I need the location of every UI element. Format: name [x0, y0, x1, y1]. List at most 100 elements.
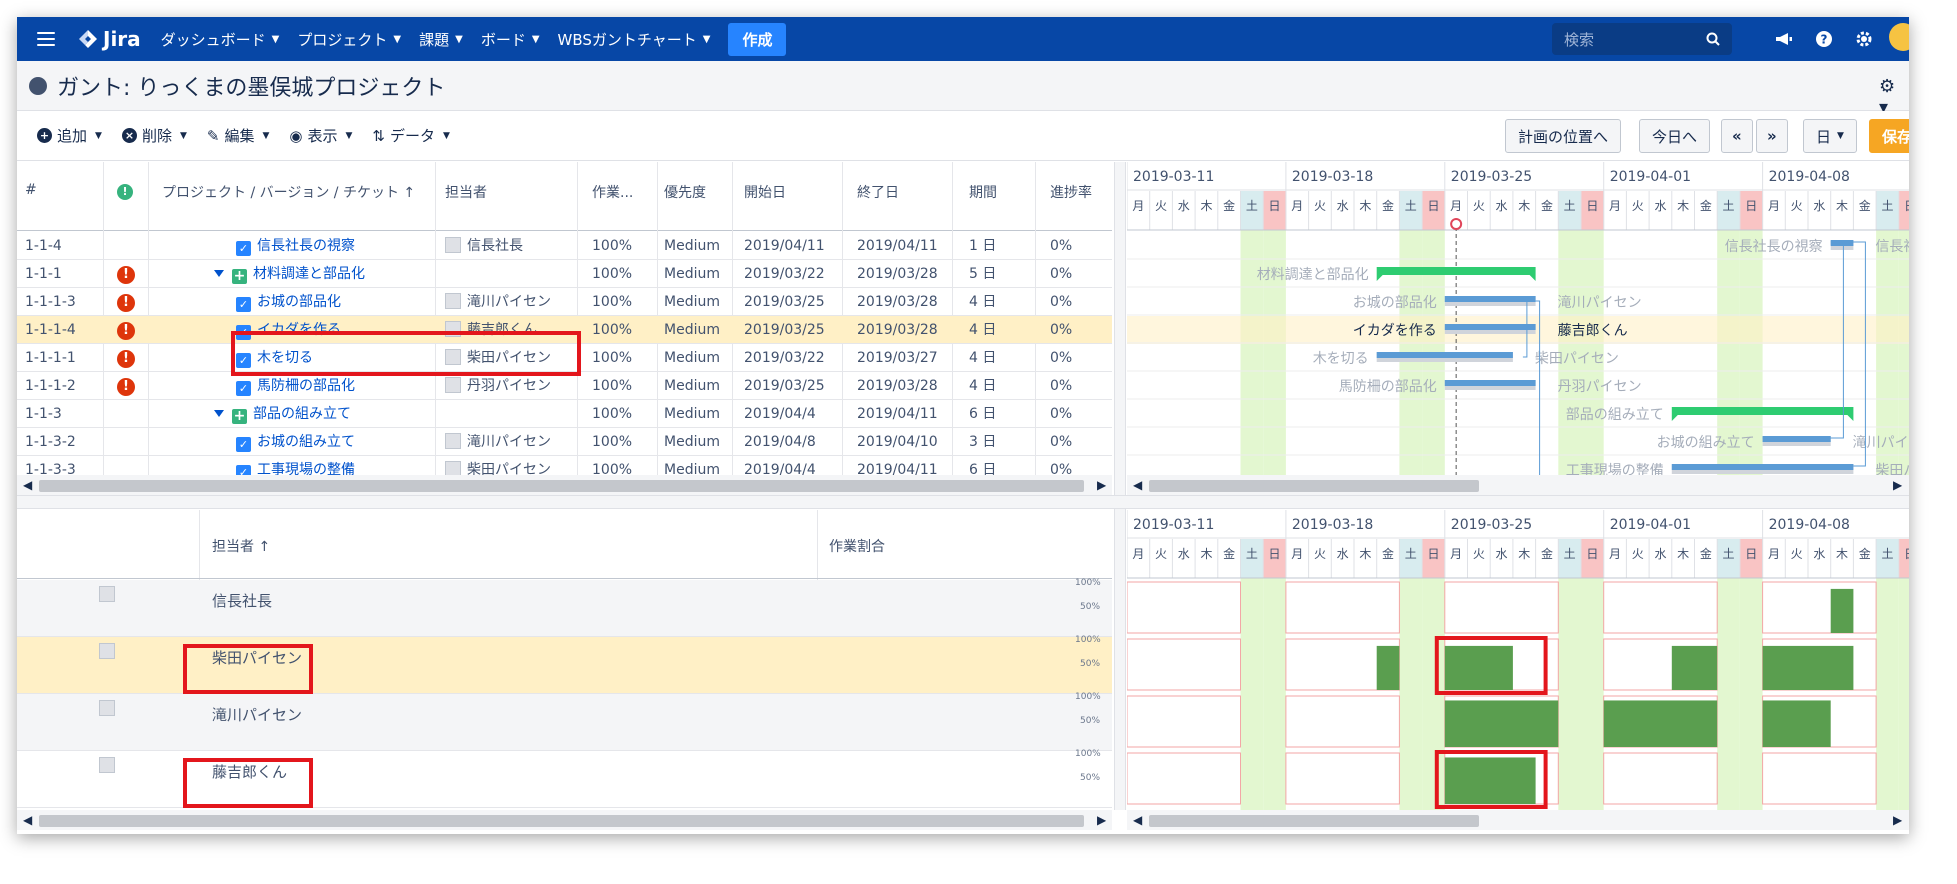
weekend-column [1581, 578, 1604, 810]
view-button[interactable]: ◉ 表示 ▼ [289, 125, 352, 146]
delete-button[interactable]: × 削除 ▼ [121, 125, 187, 146]
col-header-warning[interactable]: ! [117, 183, 133, 200]
weekday-label: 日 [1427, 199, 1439, 213]
cell-name[interactable]: + 部品の組み立て [214, 400, 351, 428]
task-bar [1376, 352, 1513, 358]
jira-logo[interactable]: Jira [77, 27, 141, 51]
vertical-splitter[interactable] [1114, 510, 1126, 810]
weekday-label: 木 [1836, 199, 1848, 213]
table-row[interactable]: 1-1-4 ✓ 信長社長の視察 信長社長 100% Medium 2019/04/11 201… [17, 232, 1112, 260]
data-button[interactable]: ⇅ データ ▼ [372, 125, 450, 146]
cell-id: 1-1-3-2 [25, 428, 76, 456]
scroll-thumb[interactable] [1149, 815, 1479, 827]
res-col-header-assignee[interactable]: 担当者 ↑ [212, 536, 270, 556]
menu-issues[interactable]: 課題 ▼ [419, 29, 463, 50]
col-header-duration[interactable]: 期間 [969, 182, 997, 202]
resource-chart-scrollbar[interactable]: ◀ ▶ [1127, 810, 1909, 830]
scroll-thumb[interactable] [1149, 480, 1479, 492]
resource-row[interactable]: 藤吉郎くん 100% 50% [17, 749, 1112, 808]
table-row[interactable]: 1-1-1! + 材料調達と部品化 100% Medium 2019/03/22 2019/… [17, 260, 1112, 288]
cell-priority: Medium [664, 428, 720, 456]
menu-boards[interactable]: ボード ▼ [481, 29, 540, 50]
add-button[interactable]: + 追加 ▼ [37, 125, 102, 146]
row-id: 1-1-1-1 [25, 350, 76, 366]
prev-button[interactable]: « [1721, 119, 1753, 153]
cell-name[interactable]: + 材料調達と部品化 [214, 260, 365, 288]
menu-label: WBSガントチャート [557, 30, 697, 49]
weekend-column [1898, 230, 1909, 492]
edit-button[interactable]: ✎ 編集 ▼ [207, 125, 270, 146]
search-input[interactable]: 検索 [1552, 23, 1732, 55]
col-header-start[interactable]: 開始日 [744, 182, 786, 202]
start-date: 2019/03/25 [744, 322, 825, 338]
menu-icon[interactable] [37, 32, 55, 46]
workweek-frame [1127, 581, 1241, 634]
table-row[interactable]: 1-1-3-2 ✓ お城の組み立て 滝川パイセン 100% Medium 2019/04/8… [17, 428, 1112, 456]
save-button[interactable]: 保存 [1869, 119, 1909, 153]
res-col-header-work-ratio[interactable]: 作業割合 [829, 536, 885, 556]
weekday-label: 水 [1654, 199, 1666, 213]
table-row[interactable]: 1-1-1-2! ✓ 馬防柵の部品化 丹羽パイセン 100% Medium 2019/03/… [17, 372, 1112, 400]
menu-wbs-gantt[interactable]: WBSガントチャート ▼ [558, 29, 711, 50]
table-row[interactable]: 1-1-1-3! ✓ お城の部品化 滝川パイセン 100% Medium 2019/03/2… [17, 288, 1112, 316]
scroll-thumb[interactable] [39, 480, 1084, 492]
cell-name[interactable]: ✓ お城の部品化 [236, 288, 341, 316]
resource-grid-scrollbar[interactable]: ◀ ▶ [17, 810, 1112, 830]
menu-dashboard[interactable]: ダッシュボード ▼ [161, 29, 280, 50]
collapse-icon[interactable] [214, 270, 224, 277]
header-divider [17, 578, 1112, 579]
cell-assignee[interactable]: 滝川パイセン [445, 428, 551, 456]
horizontal-splitter[interactable] [17, 495, 1909, 509]
cell-name[interactable]: ✓ お城の組み立て [236, 428, 355, 456]
chevron-down-icon: ▼ [262, 130, 270, 141]
scroll-left-icon[interactable]: ◀ [1133, 813, 1142, 827]
cell-start: 2019/03/25 [744, 316, 825, 344]
table-row[interactable]: 1-1-3 + 部品の組み立て 100% Medium 2019/04/4 2019/04/… [17, 400, 1112, 428]
row-id: 1-1-3 [25, 406, 62, 422]
scale-label-50: 50% [1080, 659, 1101, 669]
scroll-left-icon[interactable]: ◀ [23, 813, 32, 827]
resource-row[interactable]: 信長社長 100% 50% [17, 578, 1112, 637]
project-icon [29, 76, 47, 95]
col-header-priority[interactable]: 優先度 [664, 182, 706, 202]
col-header-id[interactable]: # [25, 182, 37, 198]
col-header-work[interactable]: 作業... [592, 182, 644, 202]
progress-value: 0% [1050, 434, 1073, 450]
col-header-name[interactable]: プロジェクト / バージョン / チケット ↑ [162, 182, 415, 202]
collapse-icon[interactable] [214, 410, 224, 417]
cell-assignee[interactable]: 信長社長 [445, 232, 523, 260]
scroll-thumb[interactable] [39, 815, 1084, 827]
scale-label-100: 100% [1075, 578, 1101, 588]
scale-select[interactable]: 日 ▼ [1803, 119, 1857, 153]
plan-position-button[interactable]: 計画の位置へ [1505, 119, 1622, 153]
today-button[interactable]: 今日へ [1639, 119, 1711, 153]
bar-label: 材料調達と部品化 [1257, 267, 1369, 283]
next-button[interactable]: » [1756, 119, 1788, 153]
cell-name[interactable]: ✓ 信長社長の視察 [236, 232, 355, 260]
resource-row[interactable]: 滝川パイセン 100% 50% [17, 692, 1112, 751]
cell-name[interactable]: ✓ 馬防柵の部品化 [236, 372, 355, 400]
scroll-right-icon[interactable]: ▶ [1097, 478, 1106, 492]
col-header-assignee[interactable]: 担当者 [445, 182, 487, 202]
col-header-end[interactable]: 終了日 [857, 182, 899, 202]
task-grid-scrollbar[interactable]: ◀ ▶ [17, 475, 1112, 495]
resource-row[interactable]: 柴田パイセン 100% 50% [17, 635, 1112, 694]
megaphone-icon[interactable] [1772, 27, 1796, 51]
scroll-left-icon[interactable]: ◀ [1133, 478, 1142, 492]
scroll-right-icon[interactable]: ▶ [1893, 813, 1902, 827]
vertical-splitter[interactable] [1114, 162, 1126, 517]
create-button[interactable]: 作成 [728, 22, 787, 56]
cell-assignee[interactable]: 丹羽パイセン [445, 372, 551, 400]
cell-end: 2019/03/28 [857, 316, 938, 344]
user-avatar[interactable] [1889, 23, 1909, 51]
menu-projects[interactable]: プロジェクト ▼ [297, 29, 401, 50]
gantt-scrollbar[interactable]: ◀ ▶ [1127, 475, 1909, 495]
scroll-right-icon[interactable]: ▶ [1893, 478, 1902, 492]
cell-duration: 4 日 [969, 288, 996, 316]
help-icon[interactable]: ? [1812, 27, 1836, 51]
col-header-progress[interactable]: 進捗率 [1050, 182, 1092, 202]
scroll-left-icon[interactable]: ◀ [23, 478, 32, 492]
scroll-right-icon[interactable]: ▶ [1097, 813, 1106, 827]
cell-assignee[interactable]: 滝川パイセン [445, 288, 551, 316]
settings-icon[interactable] [1852, 27, 1876, 51]
